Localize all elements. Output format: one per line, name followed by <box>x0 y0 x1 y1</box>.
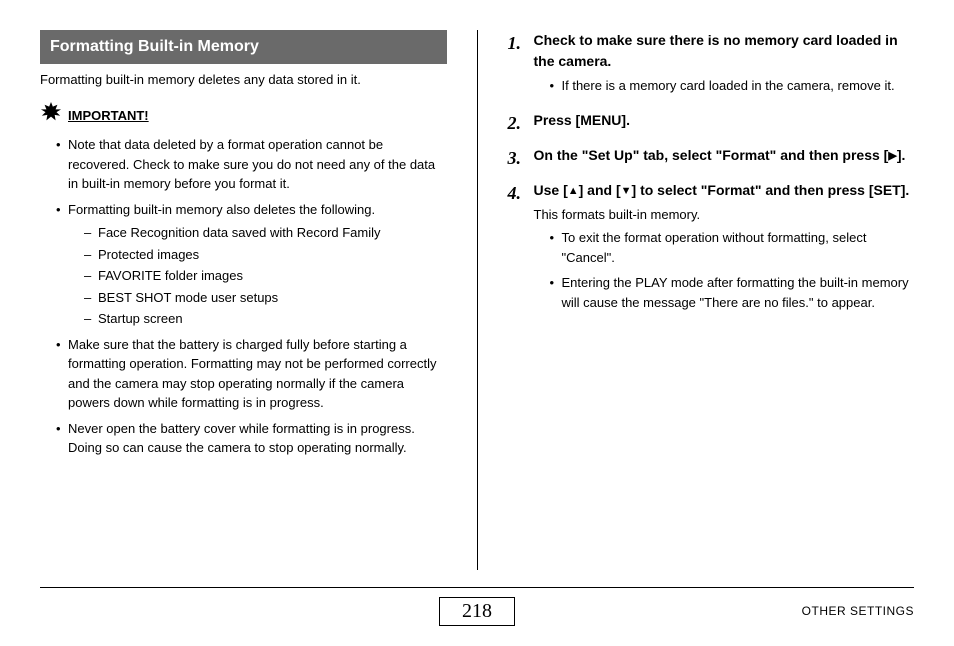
step-bullets: To exit the format operation without for… <box>534 228 915 312</box>
step-item: Use [▲] and [▼] to select "Format" and t… <box>508 180 915 313</box>
important-label: IMPORTANT! <box>68 106 149 126</box>
bullet-item: To exit the format operation without for… <box>550 228 915 267</box>
up-triangle-icon: ▲ <box>568 185 579 197</box>
column-divider <box>477 30 478 570</box>
section-heading: Formatting Built-in Memory <box>40 30 447 64</box>
step-body-text: This formats built-in memory. <box>534 205 915 225</box>
left-column: Formatting Built-in Memory Formatting bu… <box>40 30 447 570</box>
step-title: Check to make sure there is no memory ca… <box>534 30 915 72</box>
sub-dash-list: Face Recognition data saved with Record … <box>68 223 447 329</box>
important-bullets: Note that data deleted by a format opera… <box>40 135 447 458</box>
intro-text: Formatting built-in memory deletes any d… <box>40 70 447 90</box>
step-item: Press [MENU]. <box>508 110 915 131</box>
bullet-item: If there is a memory card loaded in the … <box>550 76 915 96</box>
bullet-item: Make sure that the battery is charged fu… <box>56 335 447 413</box>
bullet-text: Formatting built-in memory also deletes … <box>68 202 375 217</box>
page-footer: 218 OTHER SETTINGS <box>40 587 914 628</box>
important-callout: IMPORTANT! <box>40 102 447 130</box>
dash-item: BEST SHOT mode user setups <box>84 288 447 308</box>
footer-section-label: OTHER SETTINGS <box>802 604 914 618</box>
step-title: On the "Set Up" tab, select "Format" and… <box>534 145 915 166</box>
step-title: Use [▲] and [▼] to select "Format" and t… <box>534 180 915 201</box>
down-triangle-icon: ▼ <box>621 185 632 197</box>
step-item: Check to make sure there is no memory ca… <box>508 30 915 96</box>
step-item: On the "Set Up" tab, select "Format" and… <box>508 145 915 166</box>
bullet-item: Never open the battery cover while forma… <box>56 419 447 458</box>
dash-item: Protected images <box>84 245 447 265</box>
steps-list: Check to make sure there is no memory ca… <box>508 30 915 312</box>
dash-item: FAVORITE folder images <box>84 266 447 286</box>
bullet-item: Entering the PLAY mode after formatting … <box>550 273 915 312</box>
columns: Formatting Built-in Memory Formatting bu… <box>40 30 914 570</box>
footer-row: 218 OTHER SETTINGS <box>40 594 914 628</box>
right-triangle-icon: ▶ <box>888 150 896 162</box>
burst-icon <box>40 102 62 130</box>
dash-item: Startup screen <box>84 309 447 329</box>
bullet-item: Formatting built-in memory also deletes … <box>56 200 447 329</box>
manual-page: Formatting Built-in Memory Formatting bu… <box>0 0 954 646</box>
dash-item: Face Recognition data saved with Record … <box>84 223 447 243</box>
footer-rule <box>40 587 914 588</box>
step-title: Press [MENU]. <box>534 110 915 131</box>
step-bullets: If there is a memory card loaded in the … <box>534 76 915 96</box>
bullet-item: Note that data deleted by a format opera… <box>56 135 447 194</box>
page-number: 218 <box>439 597 515 626</box>
right-column: Check to make sure there is no memory ca… <box>508 30 915 570</box>
